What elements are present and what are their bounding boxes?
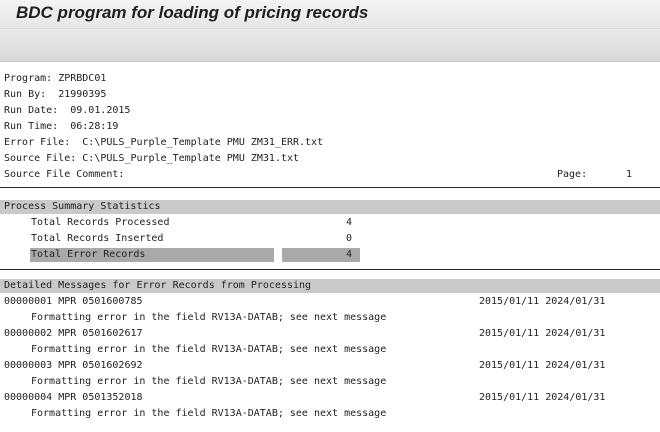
record-valid-from: 2015/01/11 bbox=[479, 328, 540, 339]
record-dates: 2015/01/11 2024/01/31 bbox=[479, 328, 605, 340]
details-heading: Detailed Messages for Error Records from… bbox=[4, 280, 312, 291]
record-type: MPR bbox=[58, 392, 77, 403]
record-id: 00000002 bbox=[4, 328, 53, 339]
program-line: Program: ZPRBDC01 bbox=[4, 73, 106, 85]
run-date-value: 09.01.2015 bbox=[70, 105, 131, 116]
record-valid-to: 2024/01/31 bbox=[545, 360, 606, 371]
run-time-value: 06:28:19 bbox=[70, 121, 119, 132]
summary-label-processed: Total Records Processed bbox=[31, 217, 170, 228]
error-file-value: C:\PULS_Purple_Template PMU ZM31_ERR.txt bbox=[82, 137, 324, 148]
summary-value-errors: 4 bbox=[346, 249, 353, 260]
record-material: 0501602692 bbox=[82, 360, 143, 371]
record-type: MPR bbox=[58, 360, 77, 371]
record-id: 00000001 bbox=[4, 296, 53, 307]
record-valid-to: 2024/01/31 bbox=[545, 392, 606, 403]
record-dates: 2015/01/11 2024/01/31 bbox=[479, 360, 605, 372]
record-valid-from: 2015/01/11 bbox=[479, 360, 540, 371]
program-value: ZPRBDC01 bbox=[58, 73, 107, 84]
record-id: 00000004 bbox=[4, 392, 53, 403]
program-label: Program: bbox=[4, 73, 53, 84]
record-material: 0501352018 bbox=[82, 392, 143, 403]
error-file-label: Error File: bbox=[4, 137, 71, 148]
report-output: Program: ZPRBDC01 Run By: 21990395 Run D… bbox=[0, 62, 660, 432]
page-label: Page: bbox=[557, 169, 588, 180]
window-title: BDC program for loading of pricing recor… bbox=[16, 3, 369, 22]
run-time-label: Run Time: bbox=[4, 121, 59, 132]
record-header: 00000003 MPR 0501602692 bbox=[4, 360, 143, 372]
run-time-line: Run Time: 06:28:19 bbox=[4, 121, 118, 133]
application-toolbar bbox=[0, 29, 660, 62]
record-valid-to: 2024/01/31 bbox=[545, 328, 606, 339]
record-id: 00000003 bbox=[4, 360, 53, 371]
record-header: 00000002 MPR 0501602617 bbox=[4, 328, 143, 340]
record-type: MPR bbox=[58, 328, 77, 339]
record-dates: 2015/01/11 2024/01/31 bbox=[479, 392, 605, 404]
record-material: 0501600785 bbox=[82, 296, 143, 307]
summary-label-errors: Total Error Records bbox=[31, 249, 146, 260]
summary-value-processed: 4 bbox=[346, 217, 353, 228]
page-number: 1 bbox=[626, 169, 633, 180]
summary-value-inserted: 0 bbox=[346, 233, 353, 244]
source-file-label: Source File: bbox=[4, 153, 77, 164]
record-dates: 2015/01/11 2024/01/31 bbox=[479, 296, 605, 308]
record-valid-from: 2015/01/11 bbox=[479, 392, 540, 403]
run-by-label: Run By: bbox=[4, 89, 47, 100]
record-valid-from: 2015/01/11 bbox=[479, 296, 540, 307]
run-date-label: Run Date: bbox=[4, 105, 59, 116]
run-date-line: Run Date: 09.01.2015 bbox=[4, 105, 130, 117]
run-by-line: Run By: 21990395 bbox=[4, 89, 106, 101]
record-message: Formatting error in the field RV13A-DATA… bbox=[31, 376, 387, 387]
record-message: Formatting error in the field RV13A-DATA… bbox=[31, 344, 387, 355]
run-by-value: 21990395 bbox=[58, 89, 107, 100]
record-valid-to: 2024/01/31 bbox=[545, 296, 606, 307]
record-header: 00000004 MPR 0501352018 bbox=[4, 392, 143, 404]
title-bar: BDC program for loading of pricing recor… bbox=[0, 0, 660, 29]
source-file-line: Source File: C:\PULS_Purple_Template PMU… bbox=[4, 153, 299, 165]
source-file-value: C:\PULS_Purple_Template PMU ZM31.txt bbox=[82, 153, 300, 164]
record-material: 0501602617 bbox=[82, 328, 143, 339]
summary-divider bbox=[0, 269, 660, 270]
header-divider bbox=[0, 187, 660, 188]
record-type: MPR bbox=[58, 296, 77, 307]
summary-heading: Process Summary Statistics bbox=[4, 201, 161, 212]
error-file-line: Error File: C:\PULS_Purple_Template PMU … bbox=[4, 137, 323, 149]
summary-label-inserted: Total Records Inserted bbox=[31, 233, 164, 244]
source-file-comment-label: Source File Comment: bbox=[4, 169, 125, 180]
record-header: 00000001 MPR 0501600785 bbox=[4, 296, 143, 308]
record-message: Formatting error in the field RV13A-DATA… bbox=[31, 312, 387, 323]
record-message: Formatting error in the field RV13A-DATA… bbox=[31, 408, 387, 419]
